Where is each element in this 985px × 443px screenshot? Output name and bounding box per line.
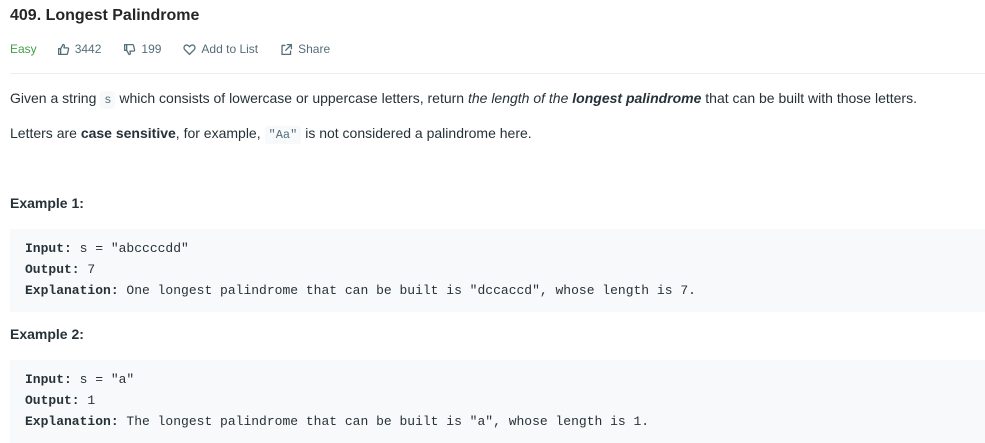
example-input-line: Input: s = "a" — [25, 372, 134, 388]
explanation-label: Explanation: — [25, 283, 119, 298]
inline-code-aa: "Aa" — [264, 126, 302, 144]
desc-text: that can be built with those letters. — [701, 90, 917, 106]
example-output-line: Output: 7 — [25, 262, 95, 278]
input-value: s = "a" — [71, 372, 135, 387]
problem-meta-bar: Easy 3442 199 Add to List Share — [10, 40, 352, 58]
desc-text: which consists of lowercase or uppercase… — [115, 90, 468, 106]
like-button[interactable]: 3442 — [57, 42, 102, 56]
like-count: 3442 — [74, 42, 102, 56]
input-value: s = "abccccdd" — [71, 241, 189, 256]
thumbs-down-icon — [124, 43, 136, 55]
thumbs-up-icon — [57, 43, 69, 55]
example-2-code-block: Input: s = "a" Output: 1 Explanation: Th… — [10, 360, 985, 443]
example-explanation-line: Explanation: One longest palindrome that… — [25, 283, 696, 299]
dislike-button[interactable]: 199 — [123, 42, 161, 56]
explanation-label: Explanation: — [25, 414, 119, 429]
example-1-code-block: Input: s = "abccccdd" Output: 7 Explanat… — [10, 229, 985, 312]
description-paragraph-1: Given a string s which consists of lower… — [10, 88, 917, 110]
problem-title: 409. Longest Palindrome — [10, 7, 200, 24]
inline-code-s: s — [100, 91, 116, 109]
share-button[interactable]: Share — [280, 42, 330, 56]
add-to-list-button[interactable]: Add to List — [183, 42, 258, 56]
share-label: Share — [298, 42, 331, 56]
explanation-value: The longest palindrome that can be built… — [118, 414, 650, 429]
desc-bold-italic: longest palindrome — [572, 90, 702, 106]
share-icon — [281, 43, 293, 55]
add-to-list-label: Add to List — [201, 42, 259, 56]
dislike-count: 199 — [141, 42, 162, 56]
explanation-value: One longest palindrome that can be built… — [118, 283, 696, 298]
output-value: 7 — [79, 262, 96, 277]
desc-text: , for example, — [175, 125, 265, 141]
output-value: 1 — [79, 393, 96, 408]
description-paragraph-2: Letters are case sensitive, for example,… — [10, 123, 532, 145]
desc-bold: case sensitive — [80, 125, 176, 141]
input-label: Input: — [25, 372, 72, 387]
example-input-line: Input: s = "abccccdd" — [25, 241, 189, 257]
output-label: Output: — [25, 393, 80, 408]
output-label: Output: — [25, 262, 80, 277]
desc-text: Given a string — [10, 90, 101, 106]
heart-icon — [183, 43, 197, 55]
example-output-line: Output: 1 — [25, 393, 95, 409]
desc-text: Letters are — [10, 125, 81, 141]
desc-text: is not considered a palindrome here. — [301, 125, 532, 141]
header-divider — [10, 73, 985, 74]
example-1-heading: Example 1: — [10, 195, 84, 211]
difficulty-badge: Easy — [10, 42, 37, 56]
desc-italic: the length of the — [467, 90, 573, 106]
example-2-heading: Example 2: — [10, 326, 84, 342]
example-explanation-line: Explanation: The longest palindrome that… — [25, 414, 649, 430]
input-label: Input: — [25, 241, 72, 256]
